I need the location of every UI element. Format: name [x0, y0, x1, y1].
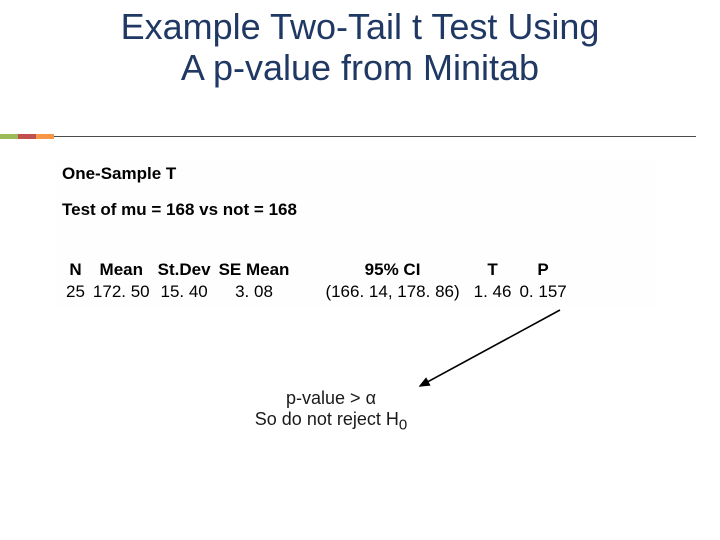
conclusion-line2: So do not reject H0: [255, 409, 407, 429]
val-ci: (166. 14, 178. 86): [297, 282, 465, 302]
minitab-output-box: One-Sample T Test of mu = 168 vs not = 1…: [56, 160, 656, 308]
conclusion-line2-text: So do not reject H: [255, 409, 399, 429]
col-t: T: [468, 260, 518, 280]
val-semean: 3. 08: [219, 282, 296, 302]
conclusion-line1-text: p-value >: [286, 388, 366, 408]
output-test-of: Test of mu = 168 vs not = 168: [62, 200, 297, 220]
accent-seg-orange: [36, 134, 54, 139]
val-mean: 172. 50: [93, 282, 156, 302]
col-ci: 95% CI: [297, 260, 465, 280]
alpha-symbol: α: [366, 388, 376, 408]
output-table: N Mean St.Dev SE Mean 95% CI T P 25 172.…: [64, 258, 575, 304]
accent-bar: [0, 134, 54, 139]
col-p: P: [519, 260, 572, 280]
title-line-2: A p-value from Minitab: [181, 47, 539, 88]
val-p: 0. 157: [519, 282, 572, 302]
conclusion-text: p-value > α So do not reject H0: [225, 388, 437, 434]
val-stdev: 15. 40: [158, 282, 217, 302]
col-stdev: St.Dev: [158, 260, 217, 280]
col-mean: Mean: [93, 260, 156, 280]
divider-line: [54, 136, 696, 137]
col-semean: SE Mean: [219, 260, 296, 280]
val-n: 25: [66, 282, 91, 302]
table-row: 25 172. 50 15. 40 3. 08 (166. 14, 178. 8…: [66, 282, 573, 302]
val-t: 1. 46: [468, 282, 518, 302]
accent-seg-red: [18, 134, 36, 139]
accent-seg-green: [0, 134, 18, 139]
output-header: One-Sample T: [62, 164, 176, 184]
title-line-1: Example Two-Tail t Test Using: [121, 6, 600, 47]
col-n: N: [66, 260, 91, 280]
table-header-row: N Mean St.Dev SE Mean 95% CI T P: [66, 260, 573, 280]
slide-title: Example Two-Tail t Test Using A p-value …: [0, 6, 720, 89]
h-subscript: 0: [399, 416, 407, 433]
conclusion-line1: p-value > α: [286, 388, 376, 408]
